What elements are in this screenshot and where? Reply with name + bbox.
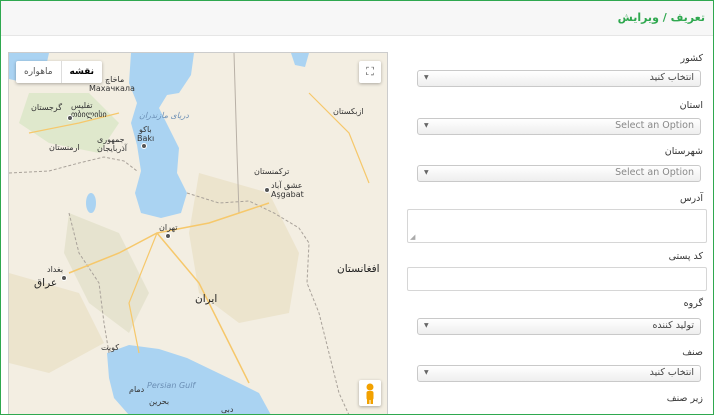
- map-label-georgia: گرجستان: [31, 103, 63, 112]
- map-label-kuwait: کویت: [101, 343, 120, 352]
- pegman-icon: [366, 383, 374, 404]
- street-view-pegman-icon[interactable]: [359, 380, 381, 406]
- group-select-value: تولید کننده: [652, 320, 694, 331]
- map-type-map-button[interactable]: نقشه: [62, 61, 102, 83]
- map-label-tehran: تهران: [159, 223, 178, 232]
- group-select[interactable]: تولید کننده ▼: [417, 318, 701, 335]
- map-label-baku-fa: باکو: [139, 125, 152, 134]
- map-label-iran: ایران: [195, 293, 218, 305]
- map-label-afghanistan: افغانستان: [337, 263, 380, 275]
- map-label-makhachkala-fa: ماخاچ: [105, 75, 125, 84]
- map-label-baghdad: بغداد: [47, 265, 64, 274]
- panel-header: تعریف / ویرایش: [1, 1, 713, 36]
- city-label: شهرستان: [664, 146, 703, 157]
- chevron-down-icon: ▼: [424, 322, 429, 329]
- country-select-value: انتخاب کنید: [649, 72, 694, 83]
- map-label-dubai: دبی: [221, 405, 234, 414]
- chevron-down-icon: ▼: [424, 74, 429, 81]
- map-container[interactable]: نقشه ماهواره ⛶ ماخاچ Махачкала گرجستان ت…: [8, 52, 388, 415]
- map-label-ashgabat: Aşgabat: [271, 190, 304, 199]
- postal-code-input[interactable]: [407, 267, 707, 291]
- map-label-tbilisi: تفلیس: [71, 101, 93, 110]
- map-marker-tehran: [165, 233, 171, 239]
- subguild-label: زیر صنف: [666, 393, 703, 404]
- map-marker-ashgabat: [264, 187, 270, 193]
- map-label-baku: Bakı: [137, 134, 155, 143]
- province-select-placeholder: Select an Option: [615, 120, 694, 131]
- map-label-iraq: عراق: [34, 277, 58, 289]
- map-label-ashgabat-fa: عشق آباد: [271, 181, 303, 190]
- postal-code-label: کد پستی: [668, 251, 703, 262]
- address-label: آدرس: [679, 193, 703, 204]
- city-select-placeholder: Select an Option: [615, 167, 694, 178]
- resize-grip-icon[interactable]: ◢: [410, 233, 415, 241]
- map-label-dammam: دمام: [129, 385, 145, 394]
- chevron-down-icon: ▼: [424, 169, 429, 176]
- map-marker-tbilisi: [67, 115, 73, 121]
- country-select[interactable]: انتخاب کنید ▼: [417, 70, 701, 87]
- address-textarea[interactable]: ◢: [407, 209, 707, 243]
- map-label-tbilisi-local: თბილისი: [71, 110, 107, 119]
- map-label-bahrain: بحرین: [149, 397, 170, 406]
- group-label: گروه: [683, 298, 703, 309]
- map-label-caspian: دریای مازندران: [139, 111, 189, 120]
- map-label-turkmenistan: ترکمنستان: [254, 167, 290, 176]
- province-select[interactable]: Select an Option ▼: [417, 118, 701, 135]
- map-type-control[interactable]: نقشه ماهواره: [16, 61, 103, 83]
- map-label-azerbaijan: جمهوری آذربایجان: [97, 135, 128, 153]
- guild-select-value: انتخاب کنید: [649, 367, 694, 378]
- map-canvas[interactable]: [9, 53, 387, 415]
- city-select[interactable]: Select an Option ▼: [417, 165, 701, 182]
- chevron-down-icon: ▼: [424, 122, 429, 129]
- page-frame: تعریف / ویرایش نقشه ماهواره ⛶ ماخاچ Маха…: [0, 0, 714, 415]
- map-label-makhachkala: Махачкала: [89, 84, 135, 93]
- map-label-armenia: ارمنستان: [49, 143, 80, 152]
- page-title: تعریف / ویرایش: [617, 11, 705, 24]
- map-marker-baghdad: [61, 275, 67, 281]
- chevron-down-icon: ▼: [424, 369, 429, 376]
- map-label-uzbekistan: ازبکستان: [333, 107, 364, 116]
- guild-label: صنف: [682, 347, 703, 358]
- guild-select[interactable]: انتخاب کنید ▼: [417, 365, 701, 382]
- map-marker-baku: [141, 143, 147, 149]
- province-label: استان: [679, 100, 703, 111]
- map-label-persian-gulf: Persian Gulf: [147, 381, 196, 390]
- fullscreen-icon[interactable]: ⛶: [359, 61, 381, 83]
- map-type-satellite-button[interactable]: ماهواره: [16, 61, 62, 83]
- country-label: کشور: [680, 53, 704, 64]
